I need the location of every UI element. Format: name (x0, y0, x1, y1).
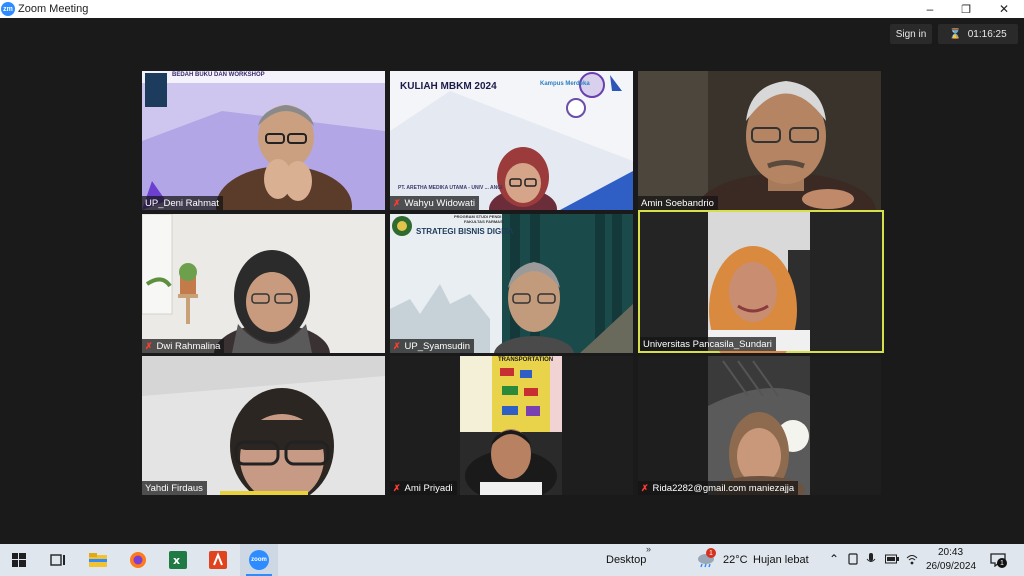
restore-button[interactable]: ❐ (947, 0, 985, 18)
weather-temp[interactable]: 22°C (723, 554, 748, 566)
mic-muted-icon: ✗ (641, 482, 649, 493)
video-feed (708, 356, 810, 495)
participant-name-label: UP_Syamsudin (404, 340, 471, 352)
close-button[interactable]: ✕ (985, 0, 1023, 18)
participant-name: UP_Deni Rahmat (142, 196, 223, 210)
clock-time[interactable]: 20:43 (938, 547, 963, 558)
excel-button[interactable]: x (168, 550, 188, 570)
firefox-icon (130, 552, 146, 568)
video-tile[interactable]: KULIAH MBKM 2024 Kampus Merdeka PT. ARET… (390, 71, 633, 210)
zoom-taskbar-button[interactable]: zoom (240, 544, 278, 576)
participant-name: ✗ Dwi Rahmalina (142, 339, 225, 353)
task-view-button[interactable] (48, 550, 68, 570)
participant-name: ✗ Rida2282@gmail.com maniezajja (638, 481, 799, 495)
microphone-icon[interactable] (866, 552, 876, 569)
minimize-button[interactable]: – (911, 0, 949, 18)
zoom-app-icon: zm (1, 2, 15, 16)
slide-title: KULIAH MBKM 2024 (400, 81, 497, 92)
elapsed-time: 01:16:25 (967, 28, 1007, 40)
participant-name-label: Dwi Rahmalina (156, 340, 221, 352)
video-feed (460, 356, 562, 495)
kampus-merdeka-logo: Kampus Merdeka (540, 81, 590, 87)
video-feed (708, 212, 810, 353)
file-explorer-button[interactable] (88, 550, 108, 570)
excel-icon: x (169, 551, 187, 569)
weather-description[interactable]: Hujan lebat (753, 554, 809, 566)
participant-name-label: Amin Soebandrio (641, 197, 714, 209)
video-tile[interactable]: Yahdi Firdaus (142, 356, 385, 495)
zoom-window: zm Zoom Meeting – ❐ ✕ Sign in ⌛ 01:16:25… (0, 0, 1024, 544)
video-feed (142, 214, 385, 353)
weather-badge: 1 (706, 548, 716, 558)
wifi-icon[interactable] (906, 553, 918, 568)
participant-name-label: Wahyu Widowati (404, 197, 475, 209)
notification-center-button[interactable]: 1 (990, 553, 1007, 568)
battery-icon[interactable] (885, 554, 899, 567)
clock-date[interactable]: 26/09/2024 (926, 561, 976, 572)
firefox-button[interactable] (128, 550, 148, 570)
video-tile-active-speaker[interactable]: Universitas Pancasila_Sundari (638, 210, 884, 353)
windows-logo-icon (12, 553, 26, 567)
mic-muted-icon: ✗ (393, 197, 401, 208)
pdf-icon (209, 551, 227, 569)
chevron-up-icon[interactable]: ⌃ (829, 552, 839, 566)
desktop-toolbar[interactable]: Desktop (606, 554, 646, 566)
slide-faculty: FAKULTAS FARMASI (464, 219, 504, 224)
svg-text:x: x (173, 554, 180, 567)
meeting-timer[interactable]: ⌛ 01:16:25 (938, 24, 1018, 44)
participant-name-label: Rida2282@gmail.com maniezajja (652, 482, 795, 494)
restore-icon: ❐ (961, 3, 971, 16)
video-feed (638, 71, 881, 210)
minimize-icon: – (926, 2, 934, 16)
video-feed (142, 71, 385, 210)
slide-title: BEDAH BUKU DAN WORKSHOP (172, 72, 265, 78)
video-tile[interactable]: ✗ Dwi Rahmalina (142, 214, 385, 353)
weather-widget-icon[interactable]: 1 (697, 548, 716, 568)
video-feed (142, 356, 385, 495)
sign-in-button[interactable]: Sign in (890, 24, 932, 44)
mic-muted-icon: ✗ (145, 340, 153, 351)
start-button[interactable] (9, 550, 29, 570)
folder-icon (89, 553, 107, 567)
hourglass-icon: ⌛ (949, 28, 962, 40)
video-tile[interactable]: ✗ Rida2282@gmail.com maniezajja (638, 356, 881, 495)
poster-title: TRANSPORTATION (498, 357, 554, 363)
task-view-icon (50, 554, 65, 566)
participant-name: ✗ Wahyu Widowati (390, 196, 479, 210)
participant-name: Yahdi Firdaus (142, 481, 207, 495)
video-tile[interactable]: STRATEGI BISNIS DIGITA PROGRAM STUDI PEN… (390, 214, 633, 353)
zoom-icon: zoom (249, 550, 269, 570)
slide-caption: PT. ARETHA MEDIKA UTAMA - UNIV ... ANGI (398, 185, 503, 191)
participant-name-label: Universitas Pancasila_Sundari (643, 338, 772, 350)
participant-name: ✗ Ami Priyadi (390, 481, 457, 495)
mic-muted-icon: ✗ (393, 482, 401, 493)
pdf-reader-button[interactable] (208, 550, 228, 570)
participant-name: Amin Soebandrio (638, 196, 718, 210)
close-icon: ✕ (998, 2, 1010, 16)
participant-name: Universitas Pancasila_Sundari (640, 337, 776, 351)
mic-muted-icon: ✗ (393, 340, 401, 351)
notification-count: 1 (997, 558, 1007, 568)
participant-name: ✗ UP_Syamsudin (390, 339, 475, 353)
windows-taskbar: x zoom Desktop » 1 22°C Hujan lebat ⌃ 20… (0, 544, 1024, 576)
chevron-double-right-icon[interactable]: » (646, 544, 651, 554)
participant-name-label: Yahdi Firdaus (145, 482, 203, 494)
window-title: Zoom Meeting (18, 3, 89, 15)
device-icon[interactable] (848, 553, 858, 568)
video-tile[interactable]: Amin Soebandrio (638, 71, 881, 210)
video-tile[interactable]: BEDAH BUKU DAN WORKSHOP UP_Deni Rahmat (142, 71, 385, 210)
slide-title: STRATEGI BISNIS DIGITA (416, 227, 514, 236)
participant-name-label: UP_Deni Rahmat (145, 197, 219, 209)
video-tile[interactable]: TRANSPORTATION ✗ Ami Priyadi (390, 356, 633, 495)
title-bar: zm Zoom Meeting – ❐ ✕ (0, 0, 1024, 18)
participant-name-label: Ami Priyadi (404, 482, 453, 494)
